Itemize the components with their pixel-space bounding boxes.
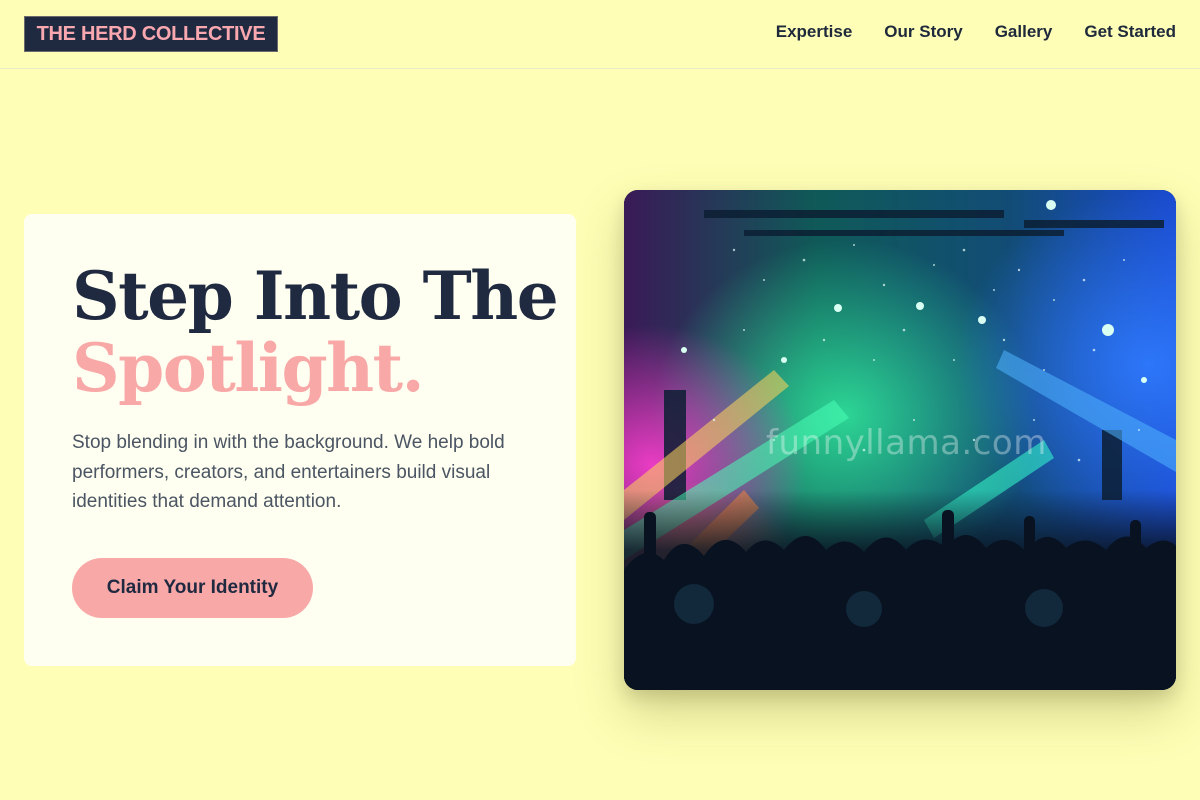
site-header: THE HERD COLLECTIVE Expertise Our Story … [0, 0, 1200, 69]
watermark-text: funnyllama.com [766, 423, 1047, 463]
nav-link-expertise[interactable]: Expertise [776, 21, 853, 43]
hero-headline: Step Into The Spotlight. [72, 257, 559, 407]
nav-link-gallery[interactable]: Gallery [995, 21, 1053, 43]
nav-link-our-story[interactable]: Our Story [884, 21, 962, 43]
claim-identity-button[interactable]: Claim Your Identity [72, 558, 313, 618]
hero-subcopy: Stop blending in with the background. We… [72, 432, 505, 512]
hero-headline-line1: Step Into The [72, 257, 559, 335]
main-nav: Expertise Our Story Gallery Get Started [776, 21, 1176, 43]
nav-link-get-started[interactable]: Get Started [1084, 21, 1176, 43]
hero-headline-accent: Spotlight. [72, 329, 425, 407]
brand-logo[interactable]: THE HERD COLLECTIVE [24, 16, 278, 52]
